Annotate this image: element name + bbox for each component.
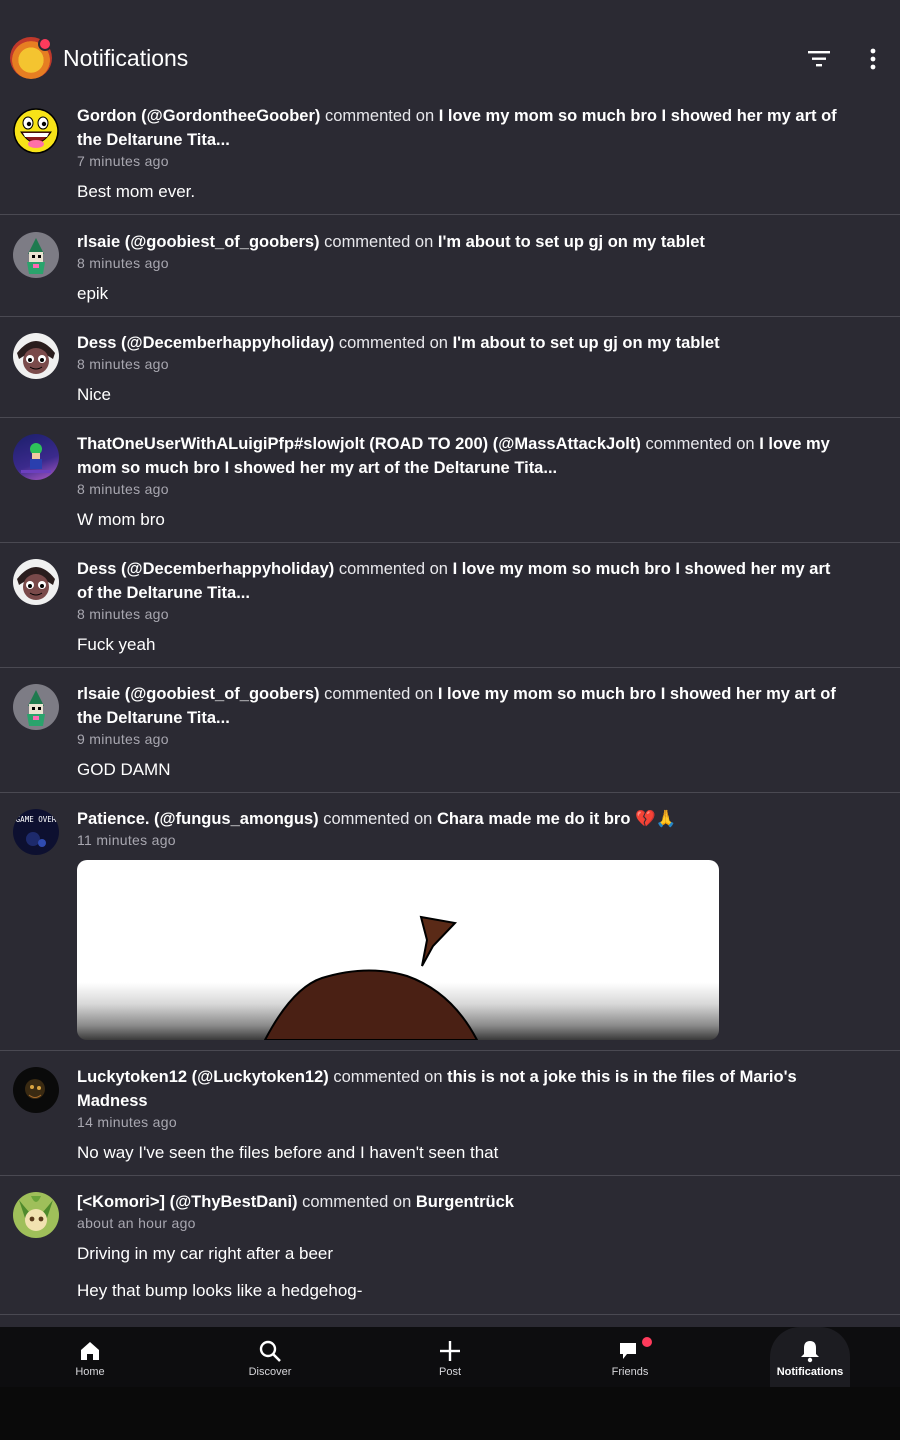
commenter-name[interactable]: Patience. (@fungus_amongus) [77, 810, 319, 828]
post-title[interactable]: Burgentrück [416, 1193, 514, 1211]
notification-item[interactable]: rlsaie (@goobiest_of_goobers) commented … [0, 668, 900, 793]
tab-label: Notifications [776, 1366, 844, 1378]
user-avatar[interactable] [13, 232, 59, 278]
timestamp: about an hour ago [77, 1215, 196, 1231]
avatar-caption: GAME OVER [16, 815, 57, 824]
comment-text: Best mom ever. [77, 182, 196, 201]
notification-item[interactable]: [<Komori>] (@ThyBestDani) commented on B… [0, 1176, 900, 1315]
timestamp: 9 minutes ago [77, 731, 169, 747]
character-avatar-icon [17, 567, 55, 600]
ralsei-icon [27, 238, 45, 274]
leafeon-avatar-icon [19, 1196, 53, 1231]
action-text: commented on [645, 435, 755, 453]
comment-text: epik [77, 284, 109, 303]
tab-post[interactable]: Post [360, 1327, 540, 1387]
post-thumbnail[interactable] [77, 860, 719, 1040]
comment-text: W mom bro [77, 510, 165, 529]
commenter-name[interactable]: rlsaie (@goobiest_of_goobers) [77, 233, 320, 251]
friends-badge [642, 1337, 652, 1347]
comment-text: Fuck yeah [77, 635, 156, 654]
tab-home[interactable]: Home [0, 1327, 180, 1387]
user-avatar[interactable] [13, 1067, 59, 1113]
page-title: Notifications [63, 45, 189, 71]
character-avatar-icon [17, 341, 55, 374]
ralsei-icon [27, 690, 45, 726]
notification-list: Gordon (@GordontheeGoober) commented on … [0, 100, 900, 1315]
timestamp: 14 minutes ago [77, 1114, 177, 1130]
action-text: commented on [338, 334, 448, 352]
action-text: commented on [333, 1068, 443, 1086]
action-text: commented on [338, 560, 448, 578]
chat-icon [620, 1343, 636, 1359]
user-avatar[interactable] [13, 559, 59, 605]
tab-notifications[interactable]: Notifications [720, 1327, 900, 1387]
timestamp: 8 minutes ago [77, 356, 169, 372]
search-icon [259, 1340, 281, 1362]
profile-avatar[interactable] [10, 37, 52, 79]
user-avatar[interactable]: GAME OVER [13, 809, 59, 855]
notification-item[interactable]: Luckytoken12 (@Luckytoken12) commented o… [0, 1051, 900, 1176]
user-avatar[interactable] [13, 1192, 59, 1238]
system-navigation-bar [0, 1387, 900, 1440]
timestamp: 11 minutes ago [77, 832, 176, 848]
commenter-name[interactable]: Luckytoken12 (@Luckytoken12) [77, 1068, 329, 1086]
more-options-button[interactable] [860, 46, 886, 72]
user-avatar[interactable] [13, 108, 59, 154]
notification-item[interactable]: Dess (@Decemberhappyholiday) commented o… [0, 543, 900, 668]
notification-item[interactable]: ThatOneUserWithALuigiPfp#slowjolt (ROAD … [0, 418, 900, 543]
notification-item[interactable]: rlsaie (@goobiest_of_goobers) commented … [0, 215, 900, 317]
commenter-name[interactable]: rlsaie (@goobiest_of_goobers) [77, 685, 320, 703]
commenter-name[interactable]: Dess (@Decemberhappyholiday) [77, 560, 334, 578]
bottom-tab-bar: Home Discover Post Friends Notifications [0, 1327, 900, 1387]
tab-discover[interactable]: Discover [180, 1327, 360, 1387]
commenter-name[interactable]: Gordon (@GordontheeGoober) [77, 107, 320, 125]
commenter-name[interactable]: ThatOneUserWithALuigiPfp#slowjolt (ROAD … [77, 435, 641, 453]
user-avatar[interactable] [13, 684, 59, 730]
notification-dot [38, 37, 52, 51]
tab-label: Discover [248, 1366, 292, 1378]
comment-text: Nice [77, 385, 112, 404]
action-text: commented on [325, 107, 435, 125]
commenter-name[interactable]: Dess (@Decemberhappyholiday) [77, 334, 334, 352]
timestamp: 8 minutes ago [77, 606, 169, 622]
drawing-image [263, 915, 479, 1040]
notification-item[interactable]: Dess (@Decemberhappyholiday) commented o… [0, 317, 900, 418]
action-text: commented on [302, 1193, 412, 1211]
tab-label: Friends [611, 1366, 649, 1378]
awesome-face-icon [13, 108, 59, 154]
timestamp: 8 minutes ago [77, 255, 169, 271]
comment-text: Hey that bump looks like a hedgehog- [77, 1281, 363, 1300]
luigi-avatar-icon [21, 443, 51, 473]
action-text: commented on [324, 685, 434, 703]
commenter-name[interactable]: [<Komori>] (@ThyBestDani) [77, 1193, 298, 1211]
more-vertical-icon [870, 48, 876, 70]
bell-icon [801, 1341, 819, 1363]
notification-item[interactable]: Gordon (@GordontheeGoober) commented on … [0, 100, 900, 215]
comment-text: Driving in my car right after a beer [77, 1244, 334, 1263]
timestamp: 8 minutes ago [77, 481, 169, 497]
game-over-avatar-icon: GAME OVER [16, 815, 57, 847]
action-text: commented on [324, 233, 434, 251]
filter-icon [808, 51, 830, 67]
tab-friends[interactable]: Friends [540, 1327, 720, 1387]
comment-text: GOD DAMN [77, 760, 171, 779]
comment-text: No way I've seen the files before and I … [77, 1143, 499, 1162]
post-title[interactable]: Chara made me do it bro 💔🙏 [437, 810, 676, 828]
app-header: Notifications [0, 0, 900, 100]
user-avatar[interactable] [13, 333, 59, 379]
filter-button[interactable] [806, 48, 832, 70]
action-text: commented on [323, 810, 433, 828]
plus-icon [440, 1341, 460, 1361]
notification-item[interactable]: GAME OVER Patience. (@fungus_amongus) co… [0, 793, 900, 1051]
tab-label: Home [75, 1366, 105, 1378]
timestamp: 7 minutes ago [77, 153, 169, 169]
user-avatar[interactable] [13, 434, 59, 480]
dark-avatar-icon [25, 1079, 45, 1099]
home-icon [81, 1342, 99, 1360]
post-title[interactable]: I'm about to set up gj on my tablet [438, 233, 705, 251]
post-title[interactable]: I'm about to set up gj on my tablet [453, 334, 720, 352]
tab-label: Post [438, 1366, 461, 1378]
